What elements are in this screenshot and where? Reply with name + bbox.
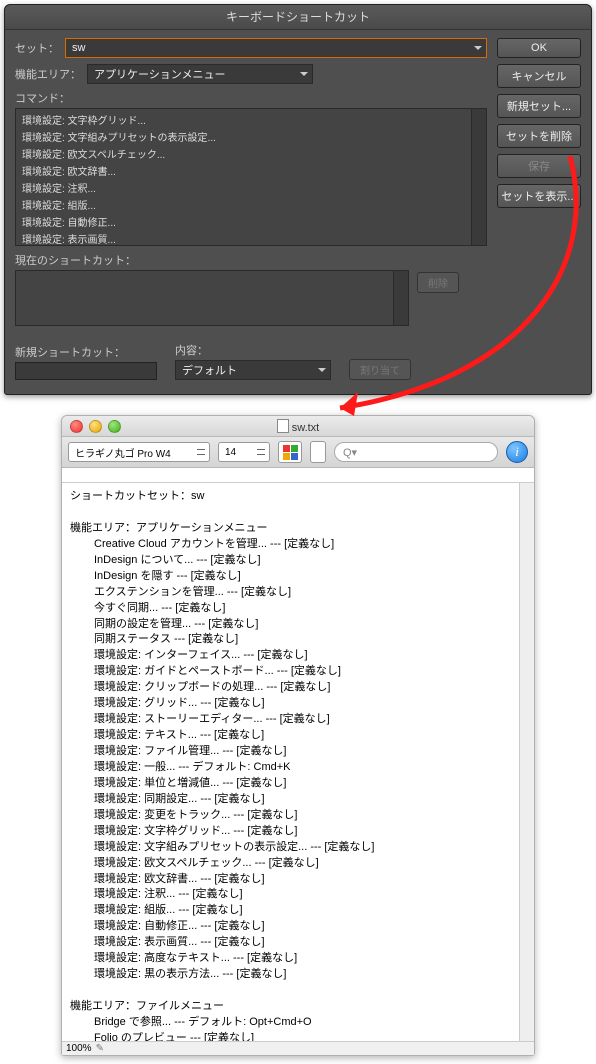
command-list[interactable]: 環境設定: 文字枠グリッド...環境設定: 文字組みプリセットの表示設定...環… [15,108,487,246]
text-editor-window: sw.txt ヒラギノ丸ゴ Pro W4 14 Q▾ i ショートカットセット：… [61,415,535,1056]
text-line: Folio のプレビュー --- [定義なし] [70,1031,512,1041]
new-set-button[interactable]: 新規セット... [497,94,581,118]
search-icon: Q▾ [343,446,357,459]
save-button[interactable]: 保存 [497,154,581,178]
set-label: セット： [15,40,59,56]
command-label: コマンド： [15,90,487,106]
text-line: 同期の設定を管理... --- [定義なし] [70,617,512,633]
window-title: sw.txt [62,419,534,434]
status-bar: 100% ✎ [62,1041,534,1055]
assign-button[interactable]: 割り当て [349,359,411,380]
area-value: アプリケーションメニュー [94,66,225,82]
size-value: 14 [225,447,236,458]
list-item[interactable]: 環境設定: 欧文辞書... [16,162,486,179]
text-line: 同期ステータス --- [定義なし] [70,632,512,648]
current-shortcut-label: 現在のショートカット： [15,252,487,268]
text-line: 環境設定: 一般... --- デフォルト: Cmd+K [70,760,512,776]
scrollbar[interactable] [519,483,534,1041]
text-line: 環境設定: テキスト... --- [定義なし] [70,728,512,744]
text-line: Bridge で参照... --- デフォルト: Opt+Cmd+O [70,1015,512,1031]
text-line: 環境設定: 文字枠グリッド... --- [定義なし] [70,824,512,840]
search-input[interactable]: Q▾ [334,442,498,462]
text-line: 環境設定: 自動修正... --- [定義なし] [70,919,512,935]
text-line: 今すぐ同期... --- [定義なし] [70,601,512,617]
section-header: 機能エリア：ファイルメニュー [70,999,512,1015]
text-line: 環境設定: 組版... --- [定義なし] [70,903,512,919]
text-line: 環境設定: クリップボードの処理... --- [定義なし] [70,680,512,696]
list-item[interactable]: 環境設定: 組版... [16,196,486,213]
ruler [62,468,534,483]
text-line: エクステンションを管理... --- [定義なし] [70,585,512,601]
titlebar[interactable]: sw.txt [62,416,534,437]
dialog-title: キーボードショートカット [5,5,591,30]
set-dropdown[interactable]: sw [65,38,487,58]
text-line: InDesign を隠す --- [定義なし] [70,569,512,585]
pencil-icon: ✎ [96,1043,104,1054]
scrollbar[interactable] [393,271,408,325]
font-value: ヒラギノ丸ゴ Pro W4 [75,445,171,460]
text-content[interactable]: ショートカットセット：sw 機能エリア：アプリケーションメニュー Creativ… [62,483,534,1041]
section-header: 機能エリア：アプリケーションメニュー [70,521,512,537]
text-line: 環境設定: ガイドとペーストボード... --- [定義なし] [70,664,512,680]
list-item[interactable]: 環境設定: 表示画質... [16,230,486,246]
font-dropdown[interactable]: ヒラギノ丸ゴ Pro W4 [68,442,210,462]
color-button[interactable] [278,441,302,463]
text-line: 環境設定: ストーリーエディター... --- [定義なし] [70,712,512,728]
new-shortcut-label: 新規ショートカット： [15,344,157,360]
info-icon[interactable]: i [506,441,528,463]
toolbar: ヒラギノ丸ゴ Pro W4 14 Q▾ i [62,437,534,468]
text-line: 環境設定: 単位と増減値... --- [定義なし] [70,776,512,792]
text-line: 環境設定: 文字組みプリセットの表示設定... --- [定義なし] [70,840,512,856]
color-swatch-icon [283,445,298,460]
heading-line: ショートカットセット：sw [70,489,512,505]
text-line: 環境設定: インターフェイス... --- [定義なし] [70,648,512,664]
context-dropdown[interactable]: デフォルト [175,360,331,380]
area-dropdown[interactable]: アプリケーションメニュー [87,64,313,84]
zoom-level: 100% [66,1043,92,1054]
text-line: 環境設定: 同期設定... --- [定義なし] [70,792,512,808]
size-dropdown[interactable]: 14 [218,442,270,462]
separator [310,441,326,463]
text-line: Creative Cloud アカウントを管理... --- [定義なし] [70,537,512,553]
text-line: 環境設定: 変更をトラック... --- [定義なし] [70,808,512,824]
text-line: 環境設定: 高度なテキスト... --- [定義なし] [70,951,512,967]
shortcut-dialog: キーボードショートカット セット： sw 機能エリア： アプリケーションメニュー… [4,4,592,395]
set-value: sw [72,42,85,54]
list-item[interactable]: 環境設定: 注釈... [16,179,486,196]
text-line: InDesign について... --- [定義なし] [70,553,512,569]
show-set-button[interactable]: セットを表示... [497,184,581,208]
area-label: 機能エリア： [15,66,81,82]
current-shortcut-box [15,270,409,326]
text-line: 環境設定: 欧文スペルチェック... --- [定義なし] [70,856,512,872]
delete-button[interactable]: 削除 [417,272,459,293]
text-line: 環境設定: ファイル管理... --- [定義なし] [70,744,512,760]
delete-set-button[interactable]: セットを削除 [497,124,581,148]
ok-button[interactable]: OK [497,38,581,58]
cancel-button[interactable]: キャンセル [497,64,581,88]
new-shortcut-input[interactable] [15,362,157,380]
scrollbar[interactable] [471,109,486,245]
context-label: 内容： [175,342,331,358]
list-item[interactable]: 環境設定: 文字枠グリッド... [16,111,486,128]
text-line: 環境設定: 注釈... --- [定義なし] [70,887,512,903]
context-value: デフォルト [182,362,237,378]
list-item[interactable]: 環境設定: 自動修正... [16,213,486,230]
text-line: 環境設定: 欧文辞書... --- [定義なし] [70,872,512,888]
text-line: 環境設定: グリッド... --- [定義なし] [70,696,512,712]
text-line: 環境設定: 表示画質... --- [定義なし] [70,935,512,951]
list-item[interactable]: 環境設定: 欧文スペルチェック... [16,145,486,162]
list-item[interactable]: 環境設定: 文字組みプリセットの表示設定... [16,128,486,145]
document-icon [277,419,289,433]
text-line: 環境設定: 黒の表示方法... --- [定義なし] [70,967,512,983]
